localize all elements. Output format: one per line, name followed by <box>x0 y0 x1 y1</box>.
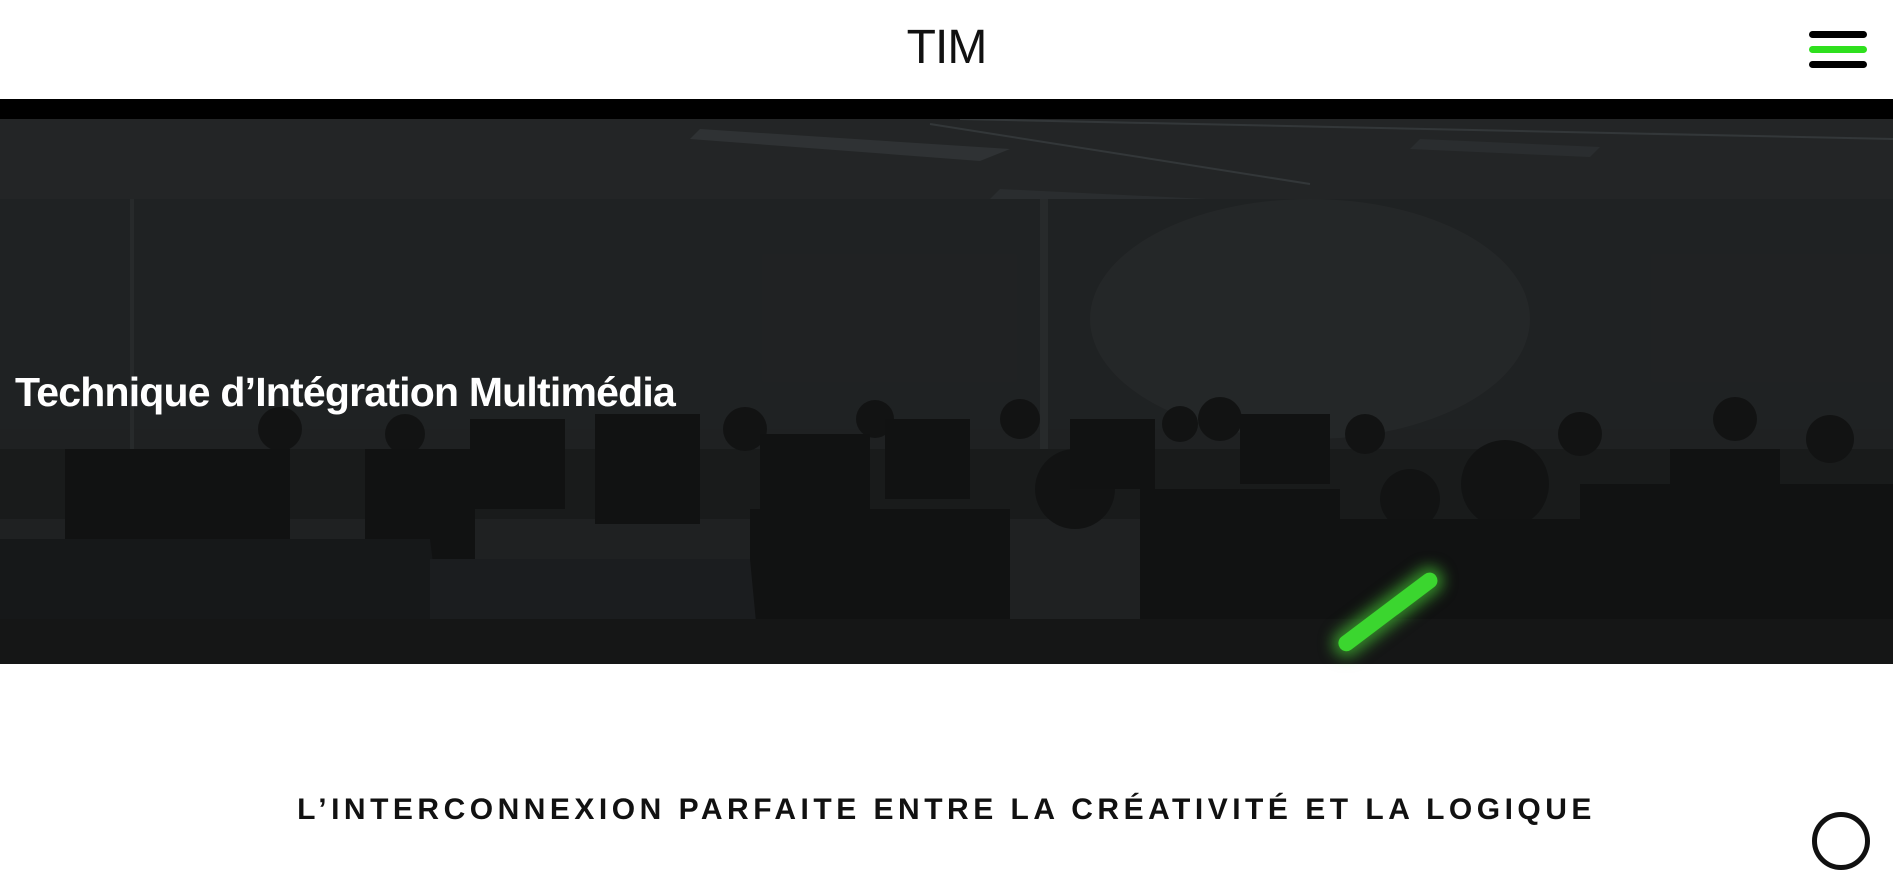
hamburger-menu-button[interactable] <box>1806 28 1870 72</box>
menu-bar-icon <box>1809 31 1867 38</box>
menu-bar-icon <box>1809 61 1867 68</box>
tagline-heading: L’INTERCONNEXION PARFAITE ENTRE LA CRÉAT… <box>297 793 1596 826</box>
site-header: TIM <box>0 0 1893 99</box>
hero-title: Technique d’Intégration Multimédia <box>15 369 676 415</box>
hero-banner: Technique d’Intégration Multimédia <box>0 119 1893 664</box>
header-divider <box>0 99 1893 119</box>
site-title[interactable]: TIM <box>0 20 1893 76</box>
scroll-badge-icon[interactable] <box>1812 812 1870 870</box>
menu-bar-icon <box>1809 46 1867 53</box>
